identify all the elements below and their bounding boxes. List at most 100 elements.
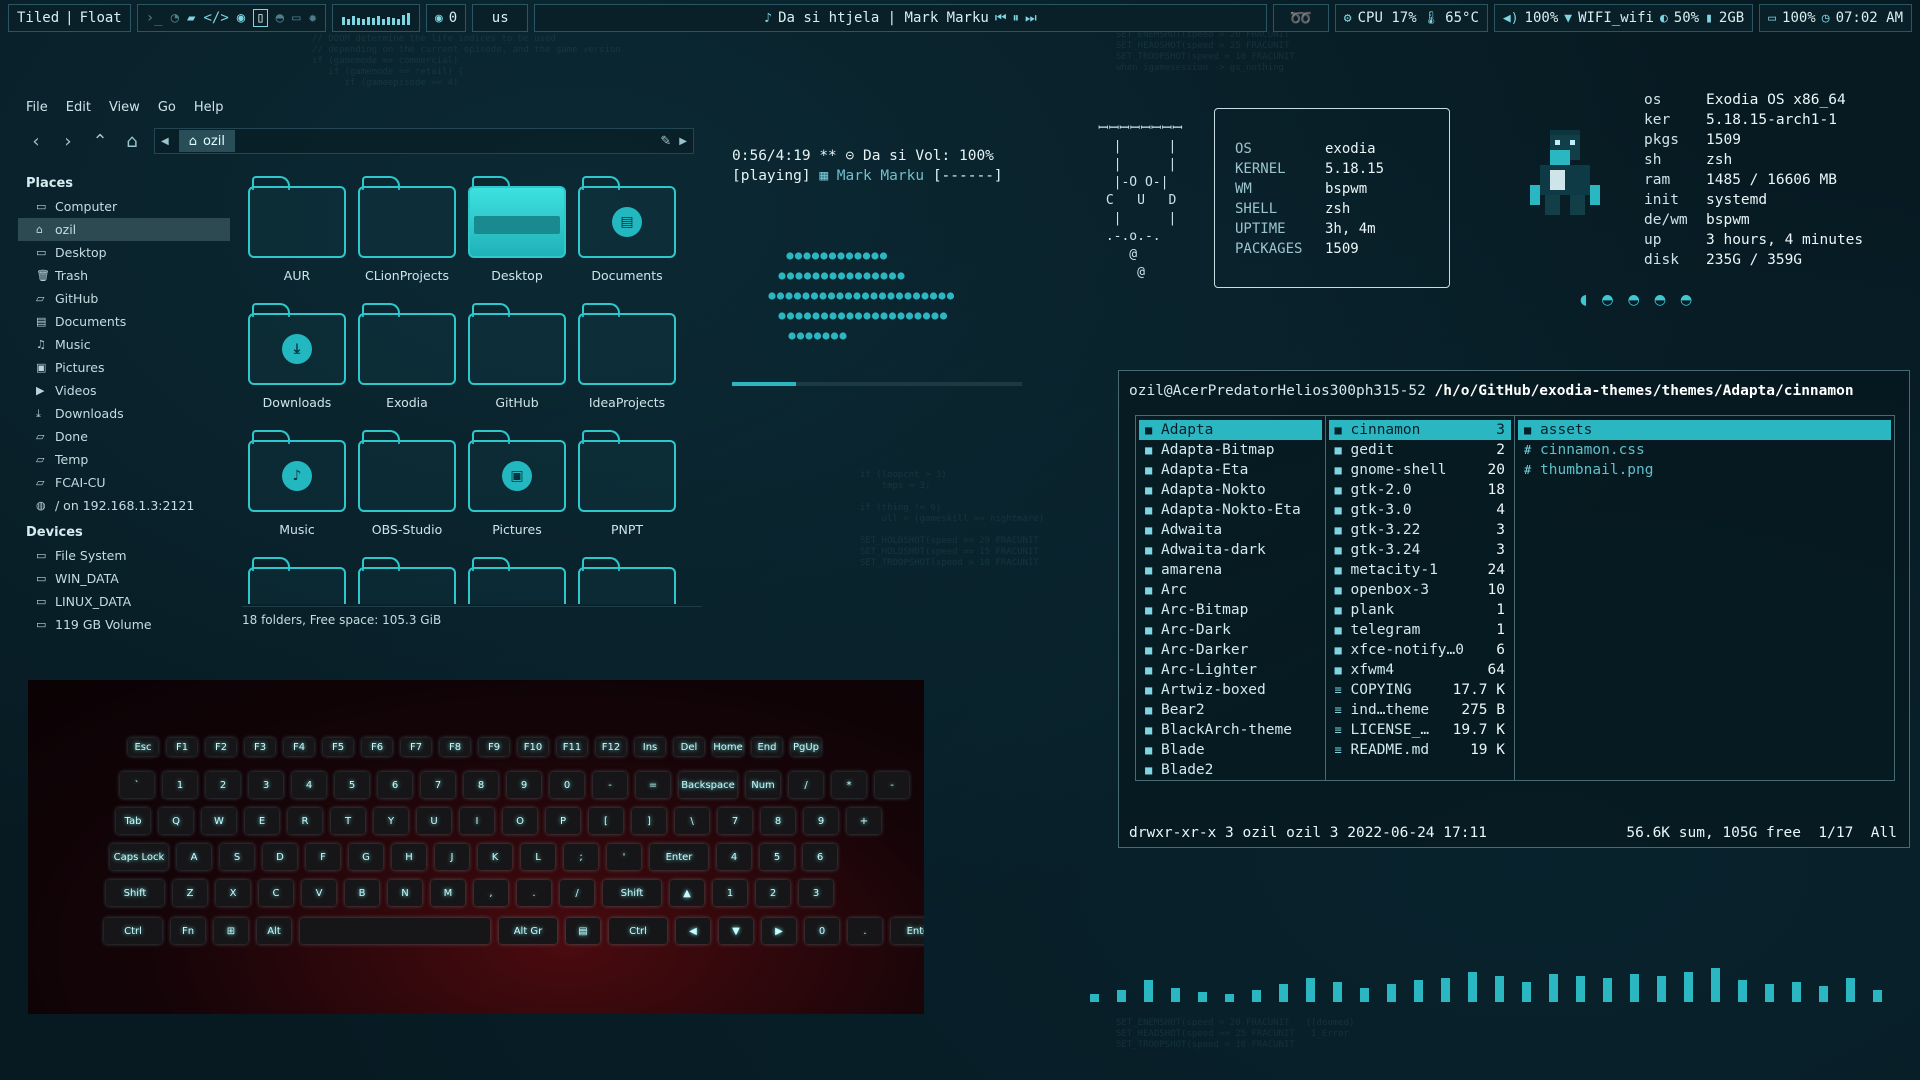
ranger-entry[interactable]: ■ metacity-1 24 bbox=[1329, 560, 1512, 580]
sidebar-item-videos[interactable]: ▶ Videos bbox=[18, 379, 230, 402]
ranger-entry[interactable]: ■ gtk-3.22 3 bbox=[1329, 520, 1512, 540]
ranger-entry[interactable]: ■ xfce-notify…0 6 bbox=[1329, 640, 1512, 660]
ranger-entry[interactable]: ■ telegram 1 bbox=[1329, 620, 1512, 640]
settings-icon[interactable]: ✹ bbox=[309, 10, 317, 26]
ranger-entry[interactable]: ≡ ind…theme 275 B bbox=[1329, 700, 1512, 720]
folder-item-github[interactable]: GitHub bbox=[462, 301, 572, 428]
sidebar-item-pictures[interactable]: ▣ Pictures bbox=[18, 356, 230, 379]
ranger-entry[interactable]: ■ Adapta-Eta bbox=[1139, 460, 1322, 480]
volume-icon[interactable]: ◀) bbox=[1503, 11, 1519, 26]
keyboard-layout[interactable]: us bbox=[472, 4, 529, 32]
edit-path-icon[interactable]: ✎ bbox=[660, 134, 679, 149]
device-119gb-volume[interactable]: ▭ 119 GB Volume bbox=[18, 613, 230, 636]
ranger-entry[interactable]: ■ gtk-3.0 4 bbox=[1329, 500, 1512, 520]
next-icon[interactable]: ⏭ bbox=[1025, 11, 1037, 26]
folder-item-ideaprojects[interactable]: IdeaProjects bbox=[572, 301, 682, 428]
sidebar-item-github[interactable]: ▱ GitHub bbox=[18, 287, 230, 310]
clock-time[interactable]: 07:02 AM bbox=[1836, 10, 1903, 26]
sidebar-item-network-share[interactable]: ◍ / on 192.168.1.3:2121 bbox=[18, 494, 230, 517]
folder-item-obs-studio[interactable]: OBS-Studio bbox=[352, 428, 462, 555]
layout-tiled-button[interactable]: Tiled bbox=[17, 10, 59, 26]
sidebar-item-computer[interactable]: ▭ Computer bbox=[18, 195, 230, 218]
ranger-entry[interactable]: ■ gnome-shell 20 bbox=[1329, 460, 1512, 480]
code-icon[interactable]: </> bbox=[203, 10, 228, 26]
github-icon[interactable]: ◉ bbox=[237, 10, 245, 26]
ranger-entry[interactable]: ■ Arc-Darker bbox=[1139, 640, 1322, 660]
ranger-entry[interactable]: ■ Adapta-Nokto bbox=[1139, 480, 1322, 500]
path-crumb-home[interactable]: ⌂ ozil bbox=[178, 130, 235, 152]
github-notifications[interactable]: ◉ 0 bbox=[425, 4, 467, 32]
active-window-icon[interactable]: ▯ bbox=[253, 9, 268, 27]
ranger-entry[interactable]: ■ gedit 2 bbox=[1329, 440, 1512, 460]
folder-item-music[interactable]: ♪ Music bbox=[242, 428, 352, 555]
ranger-entry[interactable]: ≡ LICENSE_… 19.7 K bbox=[1329, 720, 1512, 740]
sidebar-item-done[interactable]: ▱ Done bbox=[18, 425, 230, 448]
media-icon[interactable]: ▭ bbox=[292, 10, 300, 26]
sidebar-item-temp[interactable]: ▱ Temp bbox=[18, 448, 230, 471]
ranger-entry[interactable]: ■ Blade bbox=[1139, 740, 1322, 760]
pause-icon[interactable]: ⏸ bbox=[1013, 11, 1020, 26]
folder-item-partial[interactable] bbox=[352, 555, 462, 604]
ranger-entry[interactable]: ≡ COPYING 17.7 K bbox=[1329, 680, 1512, 700]
ranger-entry[interactable]: ■ Arc-Dark bbox=[1139, 620, 1322, 640]
sidebar-item-desktop[interactable]: ▭ Desktop bbox=[18, 241, 230, 264]
ranger-entry[interactable]: ■ gtk-3.24 3 bbox=[1329, 540, 1512, 560]
layout-float-button[interactable]: Float bbox=[80, 10, 122, 26]
volume-level[interactable]: 100% bbox=[1525, 10, 1559, 26]
ranger-entry[interactable]: ■ openbox-3 10 bbox=[1329, 580, 1512, 600]
ranger-entry[interactable]: ■ Adapta-Bitmap bbox=[1139, 440, 1322, 460]
ranger-entry[interactable]: ■ Adwaita-dark bbox=[1139, 540, 1322, 560]
folder-item-desktop[interactable]: Desktop bbox=[462, 174, 572, 301]
forward-icon[interactable]: › bbox=[58, 131, 78, 152]
ranger-entry[interactable]: ■ Arc bbox=[1139, 580, 1322, 600]
wifi-name[interactable]: WIFI_wifi bbox=[1578, 10, 1654, 26]
ranger-entry[interactable]: ■ Bear2 bbox=[1139, 700, 1322, 720]
ranger-entry[interactable]: ≡ README.md 19 K bbox=[1329, 740, 1512, 760]
ranger-entry[interactable]: ■ BlackArch-theme bbox=[1139, 720, 1322, 740]
device-file-system[interactable]: ▭ File System bbox=[18, 544, 230, 567]
ranger-entry[interactable]: ■ amarena bbox=[1139, 560, 1322, 580]
ranger-entry[interactable]: ■ Blade2 bbox=[1139, 760, 1322, 780]
ranger-entry[interactable]: ■ Arc-Lighter bbox=[1139, 660, 1322, 680]
up-icon[interactable]: ⌃ bbox=[90, 131, 110, 152]
ranger-entry[interactable]: ■ Adapta bbox=[1139, 420, 1322, 440]
previous-icon[interactable]: ⏮ bbox=[995, 11, 1007, 26]
ranger-entry[interactable]: ■ Adwaita bbox=[1139, 520, 1322, 540]
sidebar-item-fcai-cu[interactable]: ▱ FCAI-CU bbox=[18, 471, 230, 494]
back-icon[interactable]: ‹ bbox=[26, 131, 46, 152]
path-right-arrow-icon[interactable]: ▶ bbox=[679, 136, 693, 147]
ranger-entry[interactable]: # cinnamon.css bbox=[1518, 440, 1891, 460]
path-left-arrow-icon[interactable]: ◀ bbox=[155, 136, 169, 147]
menu-view[interactable]: View bbox=[109, 100, 140, 118]
ranger-terminal[interactable]: ozil@AcerPredatorHelios300ph315-52 /h/o/… bbox=[1118, 370, 1910, 848]
home-icon[interactable]: ⌂ bbox=[122, 131, 142, 152]
menu-help[interactable]: Help bbox=[194, 100, 224, 118]
ranger-entry[interactable]: ■ Artwiz-boxed bbox=[1139, 680, 1322, 700]
folder-item-partial[interactable] bbox=[462, 555, 572, 604]
menu-go[interactable]: Go bbox=[158, 100, 176, 118]
menu-file[interactable]: File bbox=[26, 100, 48, 118]
ranger-entry[interactable]: ■ xfwm4 64 bbox=[1329, 660, 1512, 680]
sidebar-item-trash[interactable]: 🗑︎ Trash bbox=[18, 264, 230, 287]
browser-icon[interactable]: ◔ bbox=[171, 10, 179, 26]
ranger-entry[interactable]: ■ Adapta-Nokto-Eta bbox=[1139, 500, 1322, 520]
sidebar-item-documents[interactable]: ▤ Documents bbox=[18, 310, 230, 333]
folder-item-downloads[interactable]: ⤓ Downloads bbox=[242, 301, 352, 428]
ranger-entry[interactable]: ■ cinnamon 3 bbox=[1328, 420, 1511, 440]
sidebar-item-home[interactable]: ⌂ ozil bbox=[18, 218, 230, 241]
terminal-icon[interactable]: ›_ bbox=[146, 10, 163, 26]
ranger-entry[interactable]: # thumbnail.png bbox=[1518, 460, 1891, 480]
folder-item-aur[interactable]: AUR bbox=[242, 174, 352, 301]
device-win-data[interactable]: ▭ WIN_DATA bbox=[18, 567, 230, 590]
folder-item-exodia[interactable]: Exodia bbox=[352, 301, 462, 428]
music-progress-bar[interactable] bbox=[732, 382, 1022, 386]
arch-logo[interactable]: ➿ bbox=[1272, 4, 1329, 32]
folder-icon[interactable]: ▰ bbox=[187, 10, 195, 26]
ranger-entry[interactable]: ■ plank 1 bbox=[1329, 600, 1512, 620]
folder-item-pictures[interactable]: ▣ Pictures bbox=[462, 428, 572, 555]
ranger-entry[interactable]: ■ Arc-Bitmap bbox=[1139, 600, 1322, 620]
folder-item-pnpt[interactable]: PNPT bbox=[572, 428, 682, 555]
wifi-icon[interactable]: ▼ bbox=[1564, 11, 1572, 26]
folder-item-partial[interactable] bbox=[242, 555, 352, 604]
ranger-entry[interactable]: ■ gtk-2.0 18 bbox=[1329, 480, 1512, 500]
